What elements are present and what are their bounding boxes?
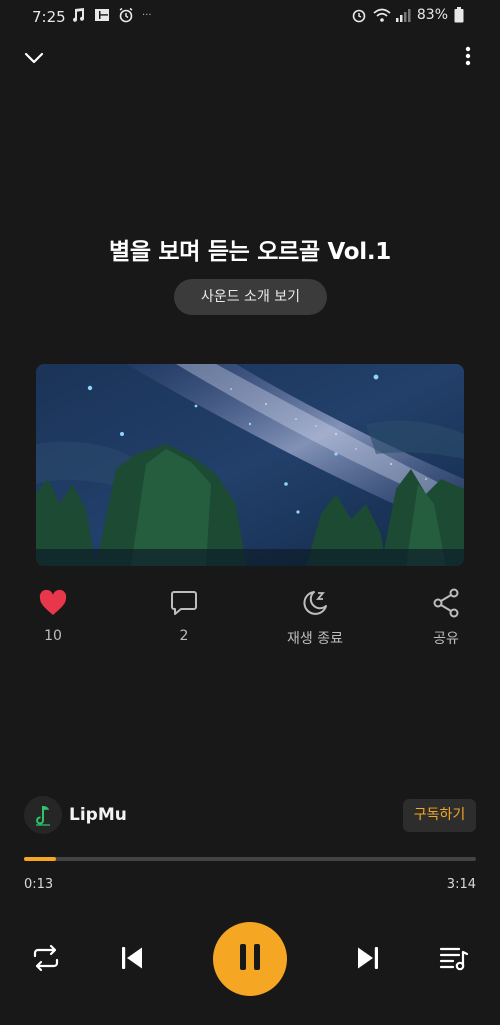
status-left-icons: ··· — [70, 7, 152, 23]
channel-avatar[interactable] — [24, 796, 62, 834]
track-title: 별을 보며 듣는 오르골 Vol.1 — [108, 239, 392, 265]
comment-icon — [170, 589, 198, 621]
like-count: 10 — [44, 628, 62, 644]
subscribe-button[interactable]: 구독하기 — [403, 799, 476, 832]
channel-name[interactable]: LipMu — [69, 805, 127, 825]
total-time: 3:14 — [446, 877, 476, 892]
alarm-icon — [118, 7, 134, 23]
share-label: 공유 — [433, 631, 459, 647]
previous-button[interactable] — [112, 942, 152, 978]
collapse-player-button[interactable] — [20, 46, 48, 70]
list-icon — [94, 7, 110, 23]
progress-fill — [24, 857, 56, 861]
skip-previous-icon — [120, 946, 144, 974]
share-icon — [432, 588, 460, 622]
repeat-icon — [31, 944, 61, 976]
elapsed-time: 0:13 — [24, 877, 54, 892]
share-button[interactable]: 공유 — [401, 588, 491, 648]
playlist-button[interactable] — [434, 942, 474, 978]
next-button[interactable] — [348, 942, 388, 978]
sleep-timer-label: 재생 종료 — [287, 631, 343, 647]
more-options-button[interactable] — [458, 46, 478, 70]
battery-icon — [454, 7, 470, 23]
skip-next-icon — [356, 946, 380, 974]
sleep-timer-button[interactable]: 재생 종료 — [270, 588, 360, 648]
like-button[interactable]: 10 — [8, 588, 98, 644]
alarm-clock-icon — [351, 7, 367, 23]
playlist-icon — [439, 944, 469, 976]
comment-count: 2 — [179, 628, 189, 644]
chevron-down-icon — [24, 49, 44, 68]
lipmu-logo — [24, 796, 62, 834]
sound-intro-button[interactable]: 사운드 소개 보기 — [174, 279, 327, 315]
status-ellipsis: ··· — [142, 9, 152, 21]
status-bar: 7:25 ··· 83% — [0, 0, 500, 34]
comment-button[interactable]: 2 — [139, 588, 229, 644]
pause-icon — [238, 943, 262, 975]
progress-bar[interactable] — [24, 857, 476, 861]
wifi-icon — [373, 7, 391, 23]
moon-icon — [300, 588, 330, 622]
track-artwork — [36, 364, 464, 566]
heart-icon — [38, 589, 68, 621]
repeat-button[interactable] — [26, 942, 66, 978]
more-vert-icon — [465, 46, 471, 70]
status-right-icons: 83% — [351, 7, 470, 23]
pause-button[interactable] — [213, 922, 287, 996]
battery-percent: 83% — [416, 7, 448, 23]
signal-icon — [395, 7, 411, 23]
status-time: 7:25 — [32, 8, 66, 26]
music-note-icon — [70, 7, 86, 23]
